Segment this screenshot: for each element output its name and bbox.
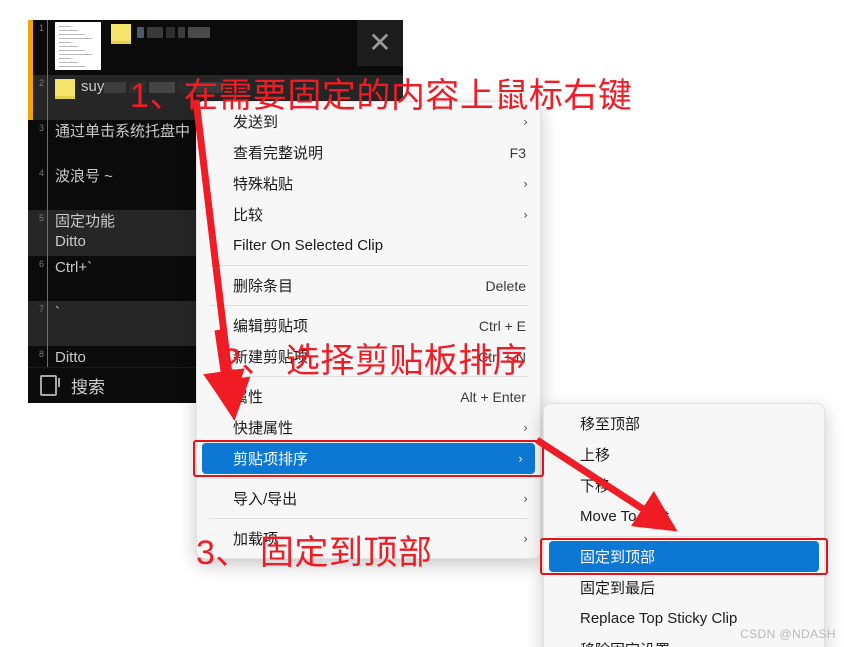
clip-redacted-block [166, 27, 175, 38]
chevron-right-icon: › [523, 420, 528, 435]
search-input[interactable]: 搜索 [71, 373, 105, 398]
context-menu-item-shortcut: F3 [509, 144, 526, 161]
chevron-right-icon: › [523, 176, 528, 191]
clip-row[interactable]: 1 [28, 20, 403, 75]
context-menu-item[interactable]: 快捷属性 › [197, 412, 540, 443]
submenu-item[interactable]: 下移 [544, 470, 824, 501]
sort-submenu[interactable]: 移至顶部上移下移 Move To Last 固定到顶部固定到最后 Replace To… [543, 403, 825, 647]
context-menu-item-label: 删除条目 [233, 278, 294, 295]
chevron-right-icon: › [523, 491, 528, 506]
context-menu[interactable]: 发送到 › 查看完整说明 F3 特殊粘贴 › 比较 › Filter On Selected C… [196, 101, 541, 559]
context-menu-item-shortcut: Delete [485, 277, 526, 294]
submenu-item-label: 下移 [580, 478, 611, 495]
sticky-note-icon [55, 79, 75, 99]
context-menu-item-label: Filter On Selected Clip [233, 237, 384, 254]
chevron-right-icon: › [523, 531, 528, 546]
search-icon [40, 375, 60, 396]
context-menu-item-label: 剪贴项排序 [233, 451, 309, 468]
context-menu-item-label: 快捷属性 [233, 420, 294, 437]
menu-separator [209, 305, 528, 306]
context-menu-item[interactable]: 特殊粘贴 › [197, 168, 540, 199]
clip-row-number: 8 [38, 349, 44, 359]
annotation-text: 1、在需要固定的内容上鼠标右键 [130, 77, 633, 115]
clip-row-number: 4 [38, 168, 44, 178]
sticky-indicator [28, 20, 33, 75]
clip-redacted-block [178, 27, 185, 38]
context-menu-item-shortcut: Alt + Enter [460, 388, 526, 405]
submenu-item-label: Replace Top Sticky Clip [580, 610, 738, 627]
close-icon[interactable]: ✕ [357, 20, 403, 66]
clip-redacted-block [147, 27, 163, 38]
context-menu-item[interactable]: 查看完整说明 F3 [197, 137, 540, 168]
submenu-item-label: 固定到最后 [580, 580, 656, 597]
clip-redacted-block [137, 27, 144, 38]
submenu-item[interactable]: 固定到最后 [544, 572, 824, 603]
clip-row-number: 5 [38, 213, 44, 223]
screenshot-root: 1 2 suy 3 通过单击系统托盘中 4 波浪号 ~5 固定功能 Ditto 6 Ctrl+` 7 `… [0, 0, 844, 647]
annotation-text: 3、 固定到顶部 [196, 534, 433, 572]
menu-separator [209, 478, 528, 479]
clip-row-body [48, 20, 403, 72]
clip-redacted-block [104, 82, 127, 93]
annotation-text: 2、 选择剪贴板排序 [222, 342, 528, 380]
context-menu-item-label: 导入/导出 [233, 491, 298, 508]
clip-row-number: 7 [38, 304, 44, 314]
clip-redacted-block [188, 27, 210, 38]
context-menu-item-label: 查看完整说明 [233, 145, 324, 162]
clip-row-number: 3 [38, 123, 44, 133]
submenu-item[interactable]: Move To Last [544, 501, 824, 532]
submenu-item[interactable]: 移至顶部 [544, 408, 824, 439]
submenu-item[interactable]: 上移 [544, 439, 824, 470]
chevron-right-icon: › [523, 207, 528, 222]
context-menu-item[interactable]: 导入/导出 › [197, 483, 540, 514]
menu-separator [209, 265, 528, 266]
context-menu-item-label: 比较 [233, 207, 264, 224]
clip-thumbnail [55, 22, 101, 70]
clip-row-number: 6 [38, 259, 44, 269]
submenu-item-label: 上移 [580, 447, 611, 464]
context-menu-item[interactable]: 属性 Alt + Enter [197, 381, 540, 412]
menu-separator [556, 536, 812, 537]
context-menu-item[interactable]: Filter On Selected Clip [197, 230, 540, 261]
context-menu-item-label: 属性 [233, 389, 264, 406]
watermark: CSDN @NDASH [740, 627, 836, 641]
submenu-item[interactable]: 固定到顶部 [549, 541, 819, 572]
submenu-item-label: 固定到顶部 [580, 549, 656, 566]
context-menu-item-shortcut: Ctrl + E [478, 317, 526, 334]
sticky-note-icon [111, 24, 131, 44]
context-menu-item[interactable]: 删除条目 Delete [197, 270, 540, 301]
context-menu-item-label: 特殊粘贴 [233, 176, 294, 193]
clip-text: suy [81, 78, 105, 95]
sticky-indicator [28, 75, 33, 120]
chevron-right-icon: › [518, 451, 523, 466]
submenu-item-label: 移至顶部 [580, 416, 641, 433]
context-menu-item[interactable]: 比较 › [197, 199, 540, 230]
context-menu-item[interactable]: 剪贴项排序 › [202, 443, 535, 474]
submenu-item-label: Move To Last [580, 508, 669, 525]
menu-separator [209, 518, 528, 519]
